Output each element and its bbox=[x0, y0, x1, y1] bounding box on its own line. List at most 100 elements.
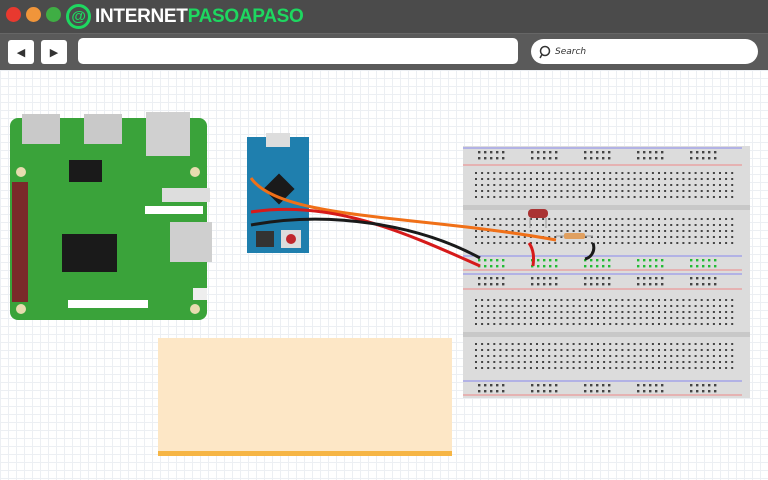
breadboard-hole bbox=[566, 190, 569, 192]
breadboard-hole bbox=[694, 305, 697, 307]
maximize-button[interactable] bbox=[46, 7, 61, 22]
back-arrow-icon: ◀ bbox=[16, 45, 26, 59]
breadboard-hole bbox=[517, 190, 520, 192]
rail-hole bbox=[555, 157, 558, 160]
breadboard-hole bbox=[603, 172, 606, 174]
breadboard-hole bbox=[676, 349, 679, 351]
rail-hole bbox=[590, 265, 593, 268]
breadboard-hole bbox=[505, 236, 508, 238]
breadboard-hole bbox=[670, 230, 673, 232]
breadboard-hole bbox=[493, 184, 496, 186]
breadboard-hole bbox=[706, 367, 709, 369]
breadboard-hole bbox=[499, 224, 502, 226]
breadboard-hole bbox=[719, 343, 721, 345]
breadboard-hole bbox=[517, 196, 520, 198]
breadboard-hole bbox=[542, 190, 545, 192]
breadboard-hole bbox=[554, 323, 557, 325]
breadboard-hole bbox=[548, 311, 551, 313]
breadboard-hole bbox=[597, 299, 599, 301]
rail-hole bbox=[596, 390, 599, 393]
breadboard-hole bbox=[712, 361, 715, 363]
breadboard-hole bbox=[523, 218, 526, 220]
breadboard-hole bbox=[639, 317, 642, 319]
breadboard-hole bbox=[725, 299, 728, 301]
arduino-micro-board[interactable] bbox=[247, 133, 309, 253]
breadboard-hole bbox=[590, 224, 593, 226]
breadboard-hole bbox=[633, 184, 636, 186]
breadboard-hole bbox=[536, 299, 538, 301]
breadboard-hole bbox=[651, 230, 654, 232]
search-input[interactable]: Search bbox=[531, 39, 758, 64]
breadboard-hole bbox=[499, 311, 502, 313]
breadboard-hole bbox=[481, 349, 484, 351]
breadboard-hole bbox=[719, 218, 721, 220]
rail-hole bbox=[596, 157, 599, 160]
breadboard-hole bbox=[633, 311, 636, 313]
breadboard-hole bbox=[670, 190, 673, 192]
breadboard-hole bbox=[499, 355, 502, 357]
rail-hole bbox=[555, 283, 558, 286]
breadboard-hole bbox=[670, 218, 673, 220]
breadboard-hole bbox=[621, 172, 624, 174]
breadboard-hole bbox=[554, 224, 557, 226]
breadboard-hole bbox=[578, 367, 581, 369]
rail-hole bbox=[496, 151, 499, 154]
breadboard-hole bbox=[560, 230, 563, 232]
breadboard-hole bbox=[493, 190, 496, 192]
breadboard-hole bbox=[694, 323, 697, 325]
rail-hole bbox=[649, 259, 652, 262]
breadboard-hole bbox=[554, 349, 557, 351]
breadboard-hole bbox=[511, 196, 514, 198]
breadboard-hole bbox=[712, 218, 715, 220]
rail-hole bbox=[484, 157, 487, 160]
rail-hole bbox=[655, 151, 658, 154]
breadboard-hole bbox=[725, 311, 728, 313]
breadboard-hole bbox=[481, 172, 484, 174]
breadboard-hole bbox=[670, 236, 673, 238]
breadboard-hole bbox=[511, 218, 514, 220]
breadboard-hole bbox=[487, 299, 490, 301]
breadboard-hole bbox=[627, 236, 630, 238]
rail-hole bbox=[649, 157, 652, 160]
note-box bbox=[158, 338, 452, 456]
breadboard-hole bbox=[487, 355, 490, 357]
breadboard-body bbox=[463, 146, 750, 398]
breadboard-hole bbox=[481, 178, 484, 180]
breadboard-hole bbox=[706, 224, 709, 226]
forward-button[interactable]: ▶ bbox=[41, 40, 67, 64]
breadboard-hole bbox=[493, 311, 496, 313]
close-button[interactable] bbox=[6, 7, 21, 22]
breadboard-hole bbox=[578, 196, 581, 198]
breadboard-hole bbox=[627, 196, 630, 198]
breadboard-hole bbox=[523, 196, 526, 198]
rail-hole bbox=[690, 390, 693, 393]
rail-hole bbox=[531, 157, 534, 160]
breadboard-hole bbox=[712, 305, 715, 307]
breadboard-hole bbox=[664, 317, 667, 319]
breadboard-hole bbox=[536, 242, 538, 244]
breadboard[interactable] bbox=[463, 146, 750, 398]
breadboard-hole bbox=[725, 184, 728, 186]
breadboard-hole bbox=[725, 236, 728, 238]
breadboard-hole bbox=[664, 323, 667, 325]
breadboard-hole bbox=[517, 178, 520, 180]
breadboard-hole bbox=[523, 172, 526, 174]
raspberry-pi-board[interactable] bbox=[10, 112, 212, 320]
address-bar[interactable] bbox=[78, 38, 518, 64]
breadboard-hole bbox=[536, 361, 538, 363]
breadboard-hole bbox=[487, 361, 490, 363]
breadboard-hole bbox=[664, 355, 667, 357]
back-button[interactable]: ◀ bbox=[8, 40, 34, 64]
rail-hole bbox=[555, 384, 558, 387]
breadboard-hole bbox=[603, 190, 606, 192]
minimize-button[interactable] bbox=[26, 7, 41, 22]
breadboard-hole bbox=[664, 311, 667, 313]
rail-hole bbox=[590, 283, 593, 286]
breadboard-hole bbox=[572, 349, 575, 351]
breadboard-hole bbox=[633, 172, 636, 174]
breadboard-hole bbox=[670, 242, 673, 244]
breadboard-hole bbox=[639, 196, 642, 198]
breadboard-hole bbox=[682, 355, 685, 357]
breadboard-hole bbox=[536, 230, 538, 232]
rail-hole bbox=[708, 390, 711, 393]
